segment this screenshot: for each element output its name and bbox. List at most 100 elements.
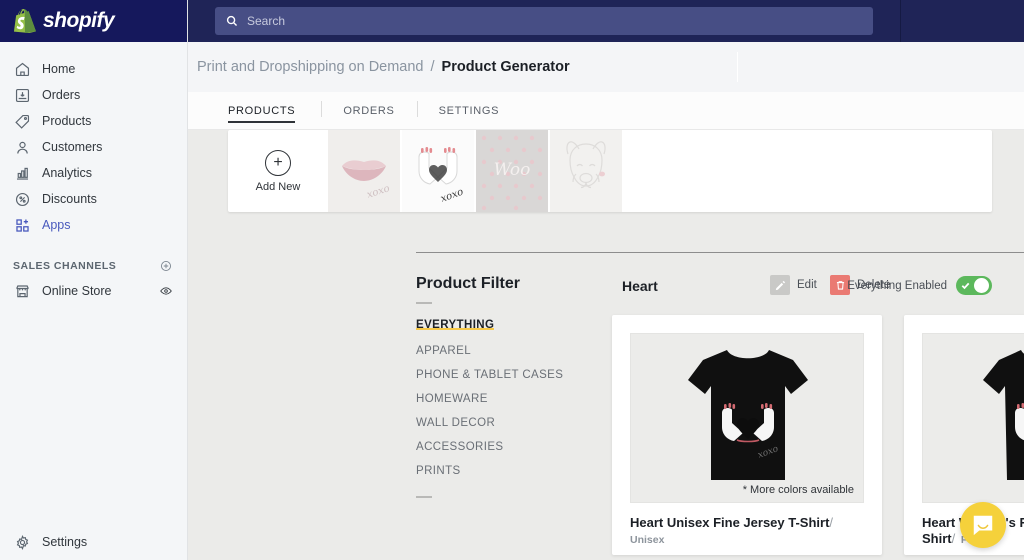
breadcrumb: Print and Dropshipping on Demand / Produ…	[188, 42, 1024, 92]
home-icon	[13, 60, 31, 78]
product-name-slash: /	[951, 531, 956, 547]
sidebar-item-products[interactable]: Products	[0, 108, 187, 134]
shopify-admin-app: shopify Home Orders Products Customers A…	[0, 0, 1024, 560]
edit-button[interactable]: Edit	[770, 275, 817, 295]
filter-item-everything[interactable]: EVERYTHING	[416, 319, 495, 331]
top-bar: Search	[188, 0, 1024, 42]
sidebar-item-settings[interactable]: Settings	[0, 533, 187, 551]
sidebar-item-label: Settings	[42, 535, 88, 549]
sidebar-item-label: Discounts	[42, 192, 97, 206]
design-thumbnail-pug[interactable]	[550, 130, 622, 212]
tab-label: SETTINGS	[438, 104, 500, 117]
tab-label: PRODUCTS	[228, 104, 296, 117]
product-variant: Unisex	[630, 534, 665, 547]
discount-percent-icon	[13, 190, 31, 208]
pencil-icon	[770, 275, 790, 295]
shopify-wordmark: shopify	[43, 9, 115, 32]
content-area: + Add New xoxo xoxo Woo Product Filter E…	[188, 130, 1024, 560]
tab-settings[interactable]: SETTINGS	[416, 92, 522, 129]
product-name: Heart Unisex Fine Jersey T-Shirt/	[630, 515, 864, 531]
toggle-knob	[974, 278, 989, 293]
everything-enabled-control: Everything Enabled	[847, 276, 992, 295]
analytics-bars-icon	[13, 164, 31, 182]
design-thumbnail-woo[interactable]: Woo	[476, 130, 548, 212]
sidebar-item-home[interactable]: Home	[0, 56, 187, 82]
svg-text:xoxo: xoxo	[439, 187, 465, 205]
product-image-unisex-tshirt: xoxo * More colors available	[630, 333, 864, 503]
sidebar-item-analytics[interactable]: Analytics	[0, 160, 187, 186]
svg-text:Woo: Woo	[494, 160, 531, 180]
chat-bubble-icon	[971, 513, 995, 537]
sidebar-item-label: Home	[42, 62, 76, 76]
sidebar-item-label: Apps	[42, 218, 71, 232]
tab-bar: PRODUCTS ORDERS SETTINGS	[188, 92, 1024, 130]
designs-strip: + Add New xoxo xoxo Woo	[228, 130, 992, 212]
sidebar-item-discounts[interactable]: Discounts	[0, 186, 187, 212]
everything-enabled-label: Everything Enabled	[847, 279, 947, 292]
check-icon	[960, 280, 971, 291]
customer-person-icon	[13, 138, 31, 156]
sidebar-item-apps[interactable]: Apps	[0, 212, 187, 238]
filter-item-apparel[interactable]: APPAREL	[416, 345, 471, 357]
apps-grid-plus-icon	[13, 216, 31, 234]
sales-channels-label: SALES CHANNELS	[13, 260, 117, 272]
title-dash	[416, 302, 432, 304]
sidebar-item-label: Orders	[42, 88, 81, 102]
breadcrumb-divider	[737, 52, 738, 82]
tab-orders[interactable]: ORDERS	[321, 92, 416, 129]
product-card[interactable]: xoxo * More colors available Heart Unise…	[612, 315, 882, 555]
sidebar-item-label: Products	[42, 114, 92, 128]
sidebar: shopify Home Orders Products Customers A…	[0, 0, 188, 560]
add-new-design-button[interactable]: + Add New	[228, 130, 328, 212]
shopify-bag-icon	[14, 9, 36, 33]
storefront-icon	[13, 282, 31, 300]
product-filter-list: EVERYTHING APPAREL PHONE & TABLET CASES …	[416, 319, 596, 494]
breadcrumb-parent[interactable]: Print and Dropshipping on Demand	[197, 59, 424, 75]
tab-label: ORDERS	[343, 104, 395, 117]
filter-item-prints[interactable]: PRINTS	[416, 465, 461, 477]
filter-item-wall-decor[interactable]: WALL DECOR	[416, 417, 495, 429]
product-filter-title: Product Filter	[416, 275, 521, 292]
filter-item-phone-tablet-cases[interactable]: PHONE & TABLET CASES	[416, 369, 563, 381]
main-pane: Search Print and Dropshipping on Demand …	[188, 0, 1024, 560]
search-input[interactable]: Search	[215, 7, 873, 35]
everything-enabled-toggle[interactable]	[956, 276, 992, 295]
filter-end-dash	[416, 496, 432, 498]
sidebar-item-label: Customers	[42, 140, 103, 154]
edit-label: Edit	[797, 279, 817, 291]
sidebar-item-orders[interactable]: Orders	[0, 82, 187, 108]
design-title: Heart	[622, 278, 658, 294]
sidebar-item-online-store[interactable]: Online Store	[0, 278, 187, 304]
tab-products[interactable]: PRODUCTS	[228, 92, 321, 129]
product-tag-icon	[13, 112, 31, 130]
design-header: Heart Edit Delete Everything Enabled	[622, 275, 992, 303]
product-name-text: Heart Unisex Fine Jersey T-Shirt	[630, 515, 830, 530]
add-new-label: Add New	[255, 180, 301, 193]
page-title: Product Generator	[441, 59, 570, 75]
gear-icon	[13, 533, 31, 551]
plus-circle-icon[interactable]	[159, 259, 173, 273]
section-divider	[416, 252, 1024, 253]
sidebar-item-label: Online Store	[42, 284, 112, 298]
design-thumbnail-heart-hands[interactable]: xoxo	[402, 130, 474, 212]
product-name-slash: /	[829, 515, 834, 530]
topbar-divider	[900, 0, 901, 42]
orders-inbox-icon	[13, 86, 31, 104]
more-colors-badge: * More colors available	[739, 483, 857, 497]
sidebar-item-customers[interactable]: Customers	[0, 134, 187, 160]
sidebar-item-label: Analytics	[42, 166, 93, 180]
eye-icon[interactable]	[159, 284, 173, 298]
search-icon	[225, 14, 239, 28]
product-filter-panel: Product Filter EVERYTHING APPAREL PHONE …	[416, 275, 596, 498]
filter-item-accessories[interactable]: ACCESSORIES	[416, 441, 503, 453]
filter-item-homeware[interactable]: HOMEWARE	[416, 393, 488, 405]
plus-circle-outline-icon: +	[265, 149, 291, 176]
shopify-logo[interactable]: shopify	[0, 0, 187, 42]
sidebar-nav: Home Orders Products Customers Analytics…	[0, 42, 187, 304]
sales-channels-section: SALES CHANNELS	[0, 254, 187, 278]
breadcrumb-separator: /	[430, 59, 435, 75]
design-thumbnail-lips[interactable]: xoxo	[328, 130, 400, 212]
chat-widget-button[interactable]	[960, 502, 1006, 548]
product-image-womens-tshirt: xoxo * More colors available	[922, 333, 1024, 503]
